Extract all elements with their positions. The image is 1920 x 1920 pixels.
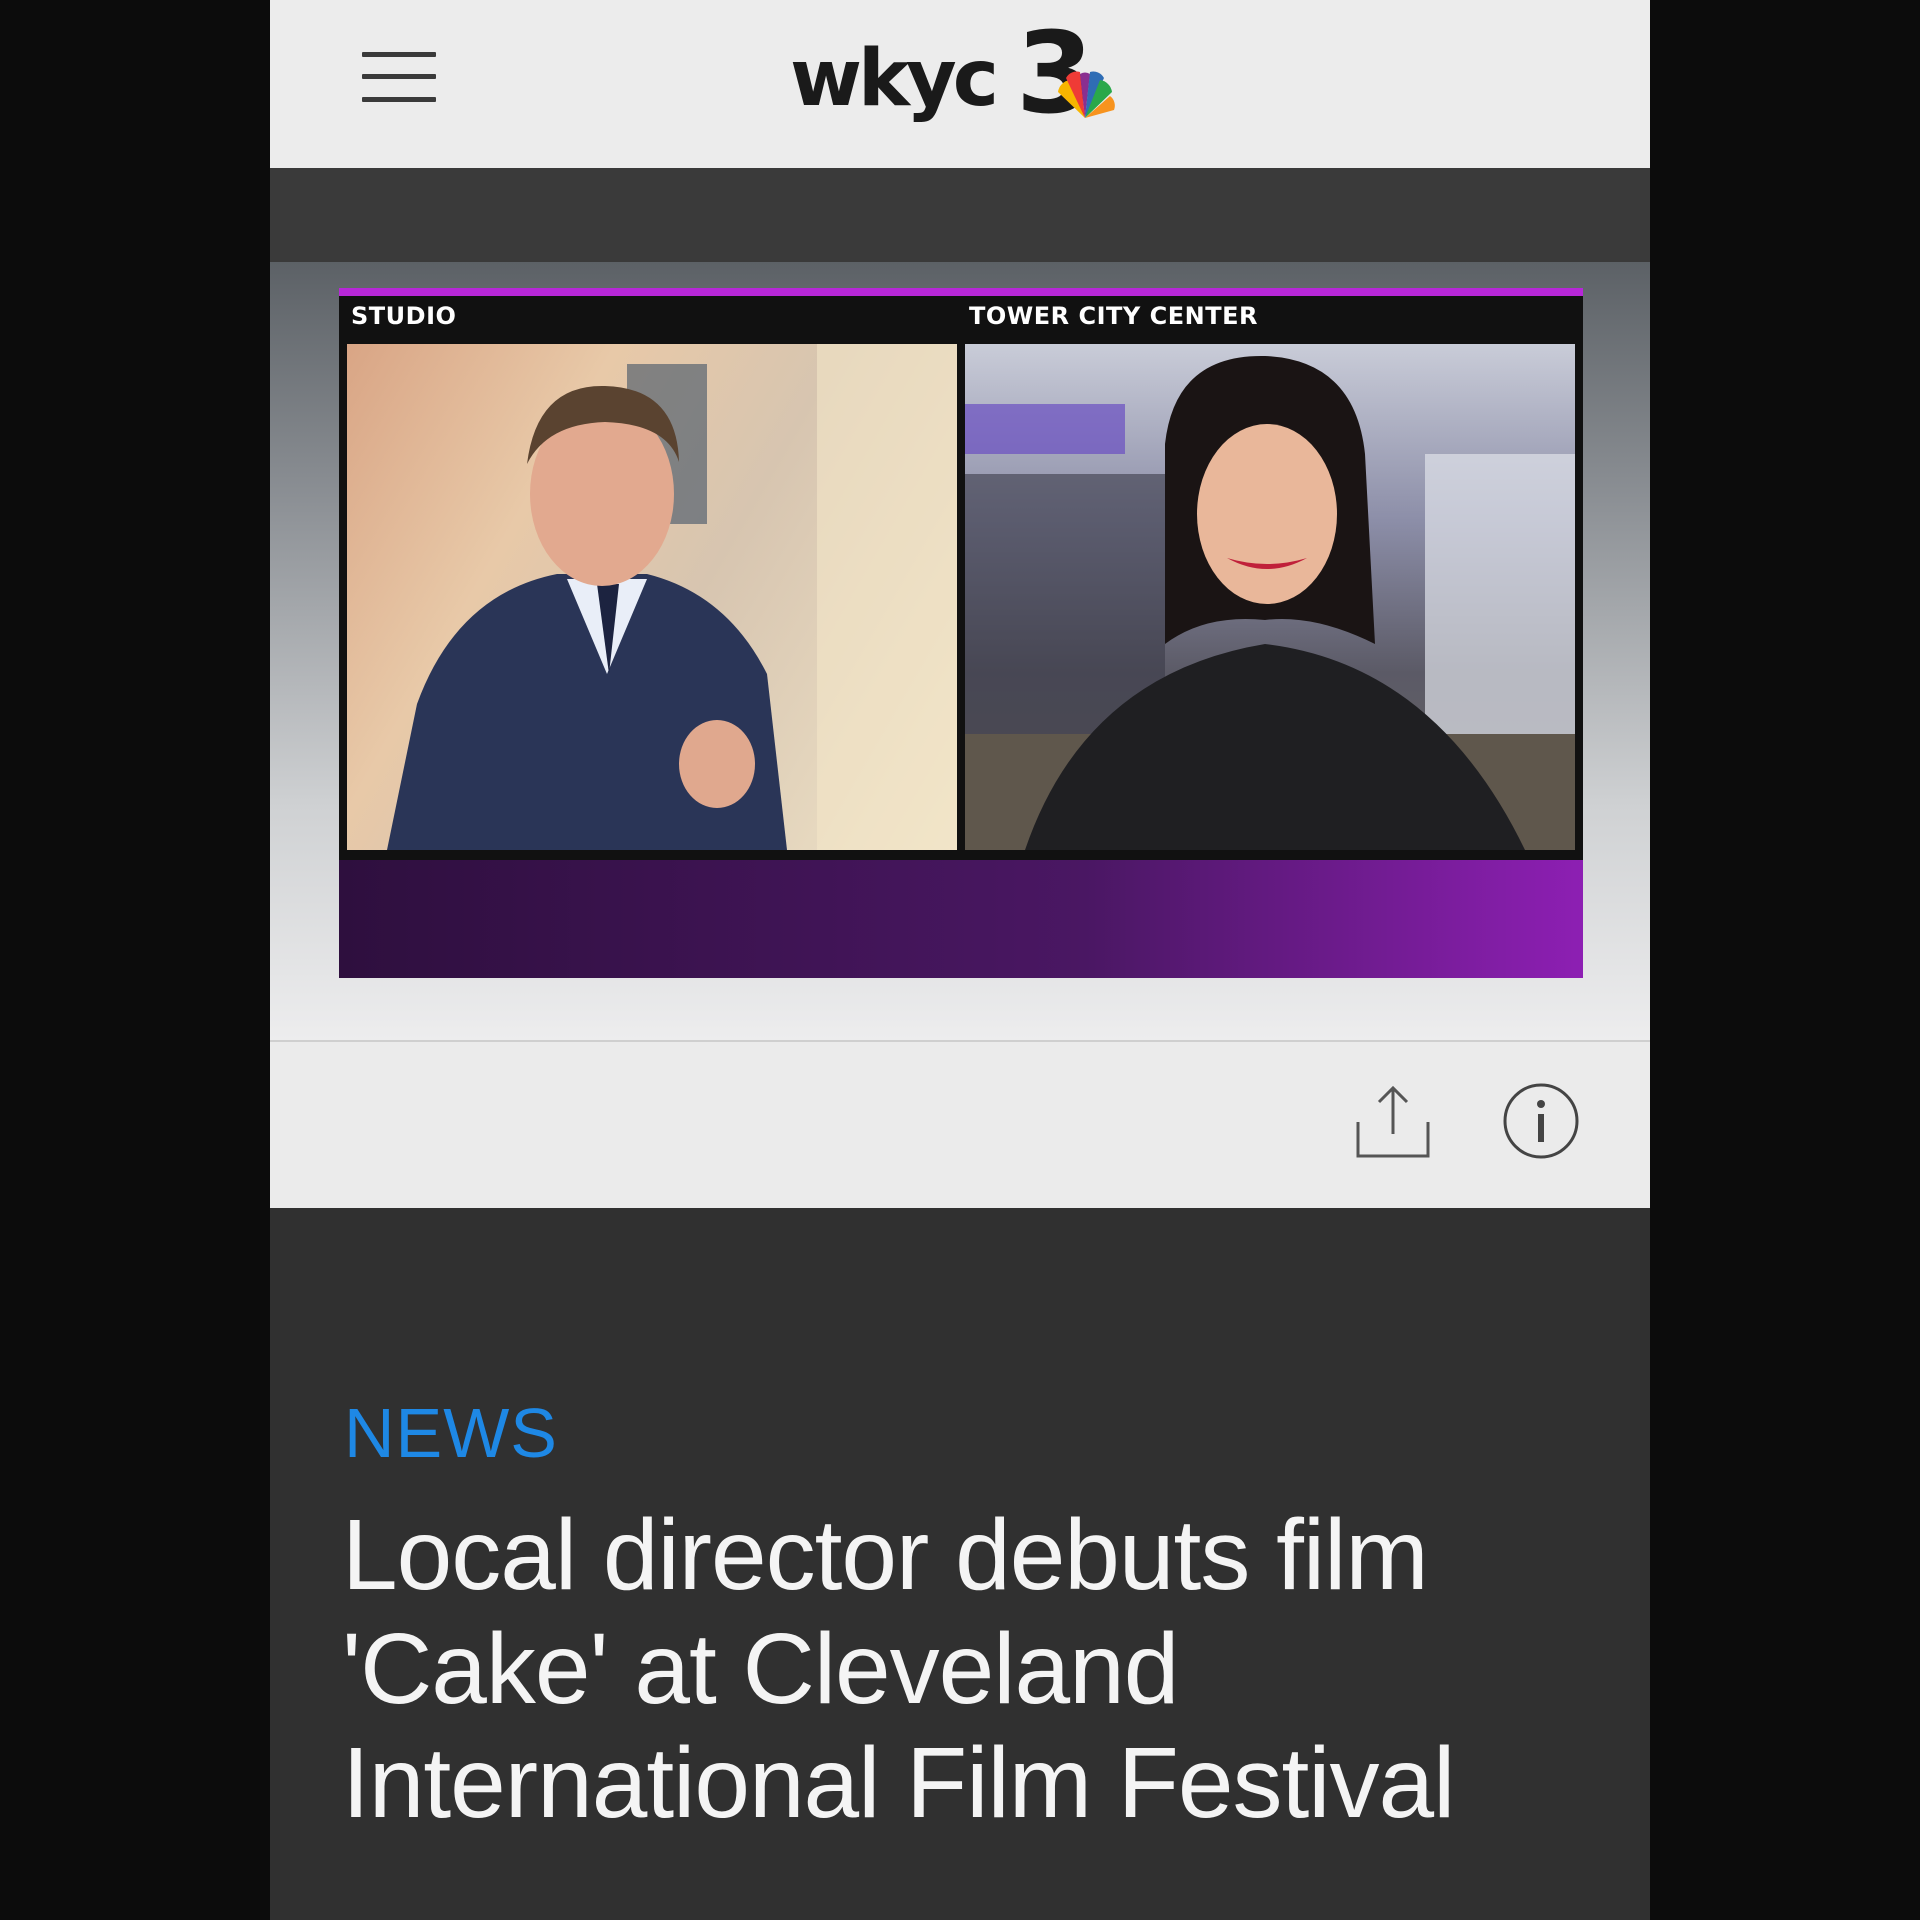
- broadcast-split-screen: STUDIO TOWER CITY CENTER: [339, 288, 1583, 978]
- video-toolbar: [270, 1040, 1650, 1208]
- nbc-peacock-icon: [1058, 71, 1115, 118]
- wkyc-logo[interactable]: wkyc 3: [790, 18, 1150, 130]
- studio-label: STUDIO: [351, 302, 457, 330]
- lower-third-banner: [339, 860, 1583, 978]
- article-headline: Local director debuts film 'Cake' at Cle…: [342, 1499, 1455, 1839]
- article-header: NEWS Local director debuts film 'Cake' a…: [270, 1208, 1650, 1920]
- app-page: wkyc 3 STUDIO TOWER CITY CENTER NEWS Loc…: [270, 0, 1650, 1920]
- logo-wordmark: wkyc: [790, 34, 999, 124]
- category-label[interactable]: NEWS: [344, 1398, 558, 1468]
- video-player[interactable]: STUDIO TOWER CITY CENTER: [270, 168, 1650, 1040]
- info-icon[interactable]: [1502, 1082, 1580, 1160]
- studio-video-pane: [347, 344, 957, 850]
- hamburger-menu-icon[interactable]: [362, 52, 436, 102]
- share-icon[interactable]: [1354, 1082, 1432, 1160]
- video-frame[interactable]: STUDIO TOWER CITY CENTER: [270, 262, 1650, 1040]
- site-header: wkyc 3: [270, 0, 1650, 168]
- remote-video-pane: [965, 344, 1575, 850]
- guest-image: [965, 355, 1575, 850]
- location-label: TOWER CITY CENTER: [969, 302, 1258, 330]
- anchor-image: [387, 344, 957, 850]
